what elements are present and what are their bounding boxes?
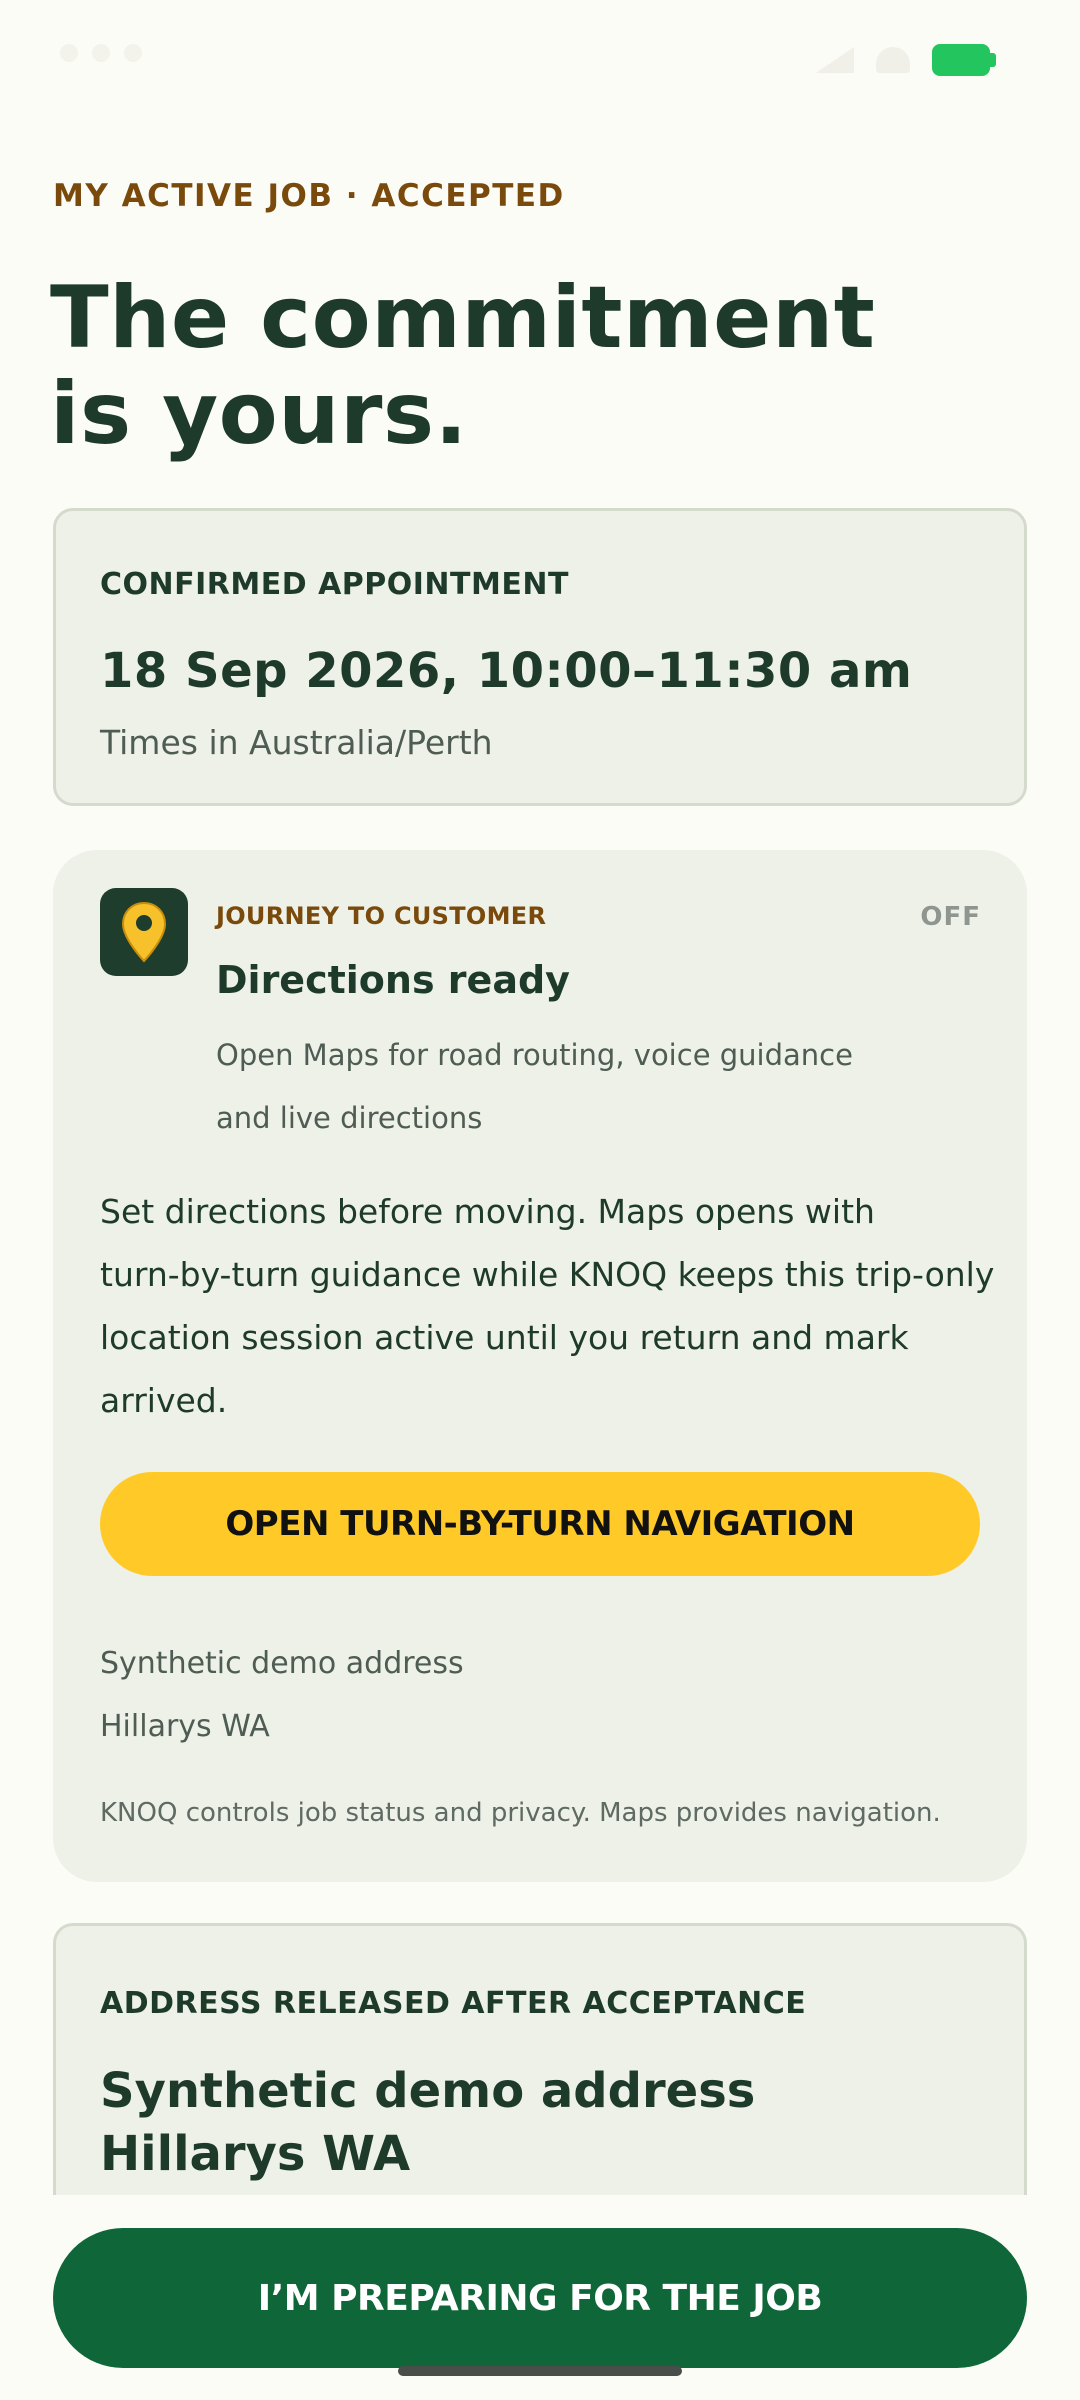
journey-title: Directions ready <box>216 958 570 1002</box>
journey-description: Set directions before moving. Maps opens… <box>100 1180 1000 1432</box>
page-eyebrow: MY ACTIVE JOB · ACCEPTED <box>53 178 565 214</box>
journey-address: Synthetic demo address Hillarys WA <box>100 1632 464 1758</box>
appointment-card: CONFIRMED APPOINTMENT 18 Sep 2026, 10:00… <box>53 508 1027 806</box>
battery-icon <box>932 44 996 76</box>
home-indicator[interactable] <box>398 2366 682 2376</box>
page-title-line-1: The commitment <box>50 268 876 368</box>
journey-eyebrow: JOURNEY TO CUSTOMER <box>216 902 547 930</box>
appointment-label: CONFIRMED APPOINTMENT <box>100 567 569 602</box>
journey-status-badge: OFF <box>920 902 981 932</box>
appointment-datetime: 18 Sep 2026, 10:00–11:30 am <box>100 643 913 699</box>
appointment-timezone: Times in Australia/Perth <box>100 723 493 762</box>
open-navigation-button[interactable]: OPEN TURN-BY-TURN NAVIGATION <box>100 1472 980 1576</box>
status-dot-icon <box>124 44 142 62</box>
journey-description-line-4: arrived. <box>100 1381 228 1420</box>
wifi-icon <box>876 47 910 73</box>
address-card-label: ADDRESS RELEASED AFTER ACCEPTANCE <box>100 1986 807 2021</box>
journey-footnote: KNOQ controls job status and privacy. Ma… <box>100 1798 941 1828</box>
address-card: ADDRESS RELEASED AFTER ACCEPTANCE Synthe… <box>53 1923 1027 2223</box>
status-bar-right <box>816 44 996 76</box>
journey-subtitle: Open Maps for road routing, voice guidan… <box>216 1024 916 1150</box>
journey-card: JOURNEY TO CUSTOMER OFF Directions ready… <box>53 850 1027 1882</box>
page-title: The commitment is yours. <box>50 270 950 462</box>
address-card-line-1: Synthetic demo address <box>100 2063 756 2119</box>
journey-description-line-3: location session active until you return… <box>100 1318 909 1357</box>
status-bar <box>0 0 1080 130</box>
status-bar-left <box>60 44 142 62</box>
address-card-line-2: Hillarys WA <box>100 2126 411 2182</box>
journey-subtitle-line-2: and live directions <box>216 1101 483 1135</box>
signal-icon <box>816 47 854 73</box>
journey-description-line-1: Set directions before moving. Maps opens… <box>100 1192 875 1231</box>
journey-description-line-2: turn-by-turn guidance while KNOQ keeps t… <box>100 1255 995 1294</box>
address-card-value: Synthetic demo address Hillarys WA <box>100 2060 755 2186</box>
status-dot-icon <box>60 44 78 62</box>
page-title-line-2: is yours. <box>50 364 468 464</box>
status-dot-icon <box>92 44 110 62</box>
preparing-for-job-button[interactable]: I’M PREPARING FOR THE JOB <box>53 2228 1027 2368</box>
journey-icon-tile <box>100 888 188 976</box>
journey-address-line-1: Synthetic demo address <box>100 1646 464 1681</box>
map-pin-icon <box>121 901 167 963</box>
journey-subtitle-line-1: Open Maps for road routing, voice guidan… <box>216 1038 853 1072</box>
journey-address-line-2: Hillarys WA <box>100 1709 270 1744</box>
